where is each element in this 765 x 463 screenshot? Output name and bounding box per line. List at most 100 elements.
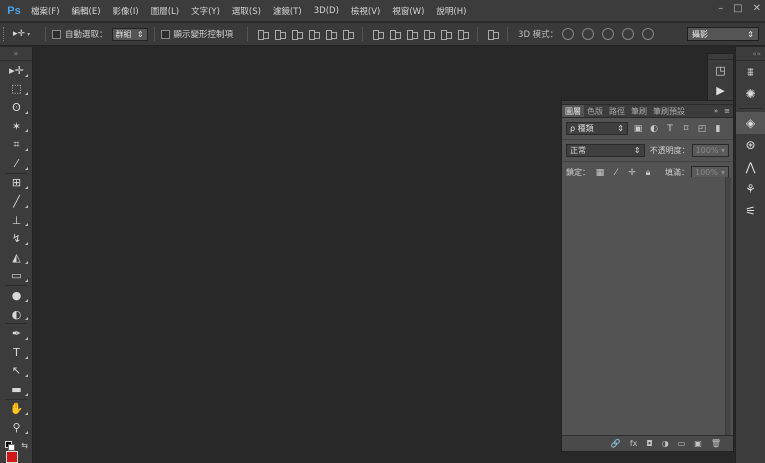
link-layers-icon[interactable]: 🔗 [611, 439, 621, 448]
panel-menu-icon[interactable]: ≡ [721, 105, 733, 117]
3d-rotate-icon[interactable] [562, 28, 575, 40]
layer-filter-dropdown[interactable]: ρ 種類 ⇕ [566, 122, 628, 135]
healing-brush-tool[interactable]: ⊞ [0, 174, 33, 193]
layer-style-icon[interactable]: fx [630, 439, 638, 448]
3d-slide-icon[interactable] [622, 28, 635, 40]
collapse-icon[interactable]: » [711, 105, 721, 117]
adjustment-filter-icon[interactable]: ◐ [648, 123, 660, 135]
pixel-filter-icon[interactable]: ▣ [632, 123, 644, 135]
histogram-icon[interactable]: ⩩ [736, 61, 765, 83]
paths-icon[interactable]: ⋀ [736, 156, 765, 178]
swap-colors-icon[interactable]: ⇆ [21, 441, 28, 450]
workspace-dropdown[interactable]: 攝影 ⇕ [687, 27, 759, 41]
actions-play-icon[interactable]: ▶ [708, 80, 733, 100]
distribute-right-icon[interactable] [456, 28, 470, 40]
options-bar-grip[interactable] [3, 27, 9, 41]
history-panel-icon[interactable]: ◳ [708, 60, 733, 80]
align-left-icon[interactable] [307, 28, 321, 40]
3d-scale-icon[interactable] [642, 28, 655, 40]
menu-view[interactable]: 檢視(V) [345, 5, 386, 17]
align-hcenter-icon[interactable] [324, 28, 338, 40]
menu-file[interactable]: 檔案(F) [25, 5, 66, 17]
delete-layer-icon[interactable]: 🗑 [711, 439, 721, 448]
3d-roll-icon[interactable] [582, 28, 595, 40]
channels-icon[interactable]: ⊛ [736, 134, 765, 156]
tab-paths[interactable]: 路徑 [606, 105, 628, 117]
move-tool[interactable]: ▸✛ [0, 61, 33, 80]
menu-select[interactable]: 選取(S) [226, 5, 267, 17]
navigator-icon[interactable]: ✺ [736, 83, 765, 105]
menu-help[interactable]: 說明(H) [430, 5, 472, 17]
menu-type[interactable]: 文字(Y) [185, 5, 226, 17]
foreground-color-swatch[interactable] [6, 451, 18, 463]
auto-align-icon[interactable] [486, 28, 500, 40]
tool-preset-picker[interactable]: ▸✛ ▾ [13, 29, 39, 39]
tab-brush[interactable]: 筆刷 [628, 105, 650, 117]
show-transform-checkbox[interactable] [160, 29, 170, 39]
distribute-hcenter-icon[interactable] [439, 28, 453, 40]
gradient-tool[interactable]: ▭ [0, 267, 33, 286]
distribute-top-icon[interactable] [371, 28, 385, 40]
chevron-updown-icon: ⇕ [136, 29, 144, 39]
marquee-tool[interactable]: ⬚ [0, 80, 33, 99]
menu-window[interactable]: 視窗(W) [386, 5, 430, 17]
tab-brush-presets[interactable]: 筆刷預設 [650, 105, 688, 117]
hand-tool[interactable]: ✋ [0, 400, 33, 419]
menu-3d[interactable]: 3D(D) [308, 6, 345, 16]
eraser-tool[interactable]: ◭ [0, 248, 33, 267]
lasso-tool[interactable]: ʘ [0, 98, 33, 117]
tool-flyout-indicator [25, 110, 28, 114]
menu-layer[interactable]: 圖層(L) [145, 5, 185, 17]
zoom-tool[interactable]: ⚲ [0, 418, 33, 437]
crop-tool[interactable]: ⌗ [0, 135, 33, 154]
auto-select-checkbox[interactable] [52, 29, 61, 39]
brush-tool[interactable]: ╱ [0, 192, 33, 211]
type-tool[interactable]: T [0, 343, 33, 362]
minimize-button[interactable]: – [718, 3, 723, 14]
pen-tool[interactable]: ✒ [0, 324, 33, 343]
blur-tool[interactable]: ● [0, 286, 33, 305]
layers-panel-icon[interactable]: ◈ [736, 112, 765, 134]
layer-list-scrollbar[interactable] [725, 177, 731, 437]
brush-presets-icon[interactable]: ⚟ [736, 200, 765, 222]
path-selection-tool[interactable]: ↖ [0, 362, 33, 381]
new-layer-icon[interactable]: ▣ [694, 439, 702, 448]
close-button[interactable]: ✕ [753, 3, 761, 14]
layer-list[interactable] [562, 177, 733, 437]
default-colors-icon[interactable] [5, 441, 15, 451]
brush-icon[interactable]: ⚘ [736, 178, 765, 200]
dodge-tool[interactable]: ◐ [0, 305, 33, 324]
smart-object-filter-icon[interactable]: ◰ [696, 123, 708, 135]
opacity-field[interactable]: 100% ▾ [691, 144, 729, 157]
eyedropper-tool[interactable]: ⁄ [0, 154, 33, 173]
magic-wand-tool[interactable]: ✶ [0, 117, 33, 136]
dock-header[interactable]: «« [736, 47, 765, 61]
tab-layers[interactable]: 圖層 [562, 105, 584, 117]
align-vcenter-icon[interactable] [273, 28, 287, 40]
distribute-left-icon[interactable] [422, 28, 436, 40]
maximize-button[interactable]: □ [733, 3, 742, 14]
distribute-vcenter-icon[interactable] [388, 28, 402, 40]
new-group-icon[interactable]: ▭ [678, 439, 686, 448]
auto-select-dropdown[interactable]: 群組 ⇕ [111, 27, 148, 41]
shape-tool[interactable]: ▬ [0, 380, 33, 399]
3d-pan-icon[interactable] [602, 28, 615, 40]
align-right-icon[interactable] [341, 28, 355, 40]
new-adjustment-layer-icon[interactable]: ◑ [662, 439, 669, 448]
filter-toggle-icon[interactable]: ▮ [712, 123, 724, 135]
tab-channels[interactable]: 色版 [584, 105, 606, 117]
menu-edit[interactable]: 編輯(E) [66, 5, 107, 17]
type-filter-icon[interactable]: T [664, 123, 676, 135]
blend-mode-dropdown[interactable]: 正常 ⇕ [566, 144, 645, 157]
shape-filter-icon[interactable]: ⌑ [680, 123, 692, 135]
clone-stamp-tool[interactable]: ⊥ [0, 211, 33, 230]
history-brush-tool[interactable]: ↯ [0, 229, 33, 248]
tools-panel-header[interactable]: » [0, 47, 32, 61]
menu-image[interactable]: 影像(I) [107, 5, 145, 17]
add-mask-icon[interactable]: ◘ [646, 439, 652, 448]
distribute-bottom-icon[interactable] [405, 28, 419, 40]
align-bottom-icon[interactable] [290, 28, 304, 40]
menu-filter[interactable]: 濾鏡(T) [267, 5, 308, 17]
divider [507, 27, 509, 41]
align-top-icon[interactable] [256, 28, 270, 40]
